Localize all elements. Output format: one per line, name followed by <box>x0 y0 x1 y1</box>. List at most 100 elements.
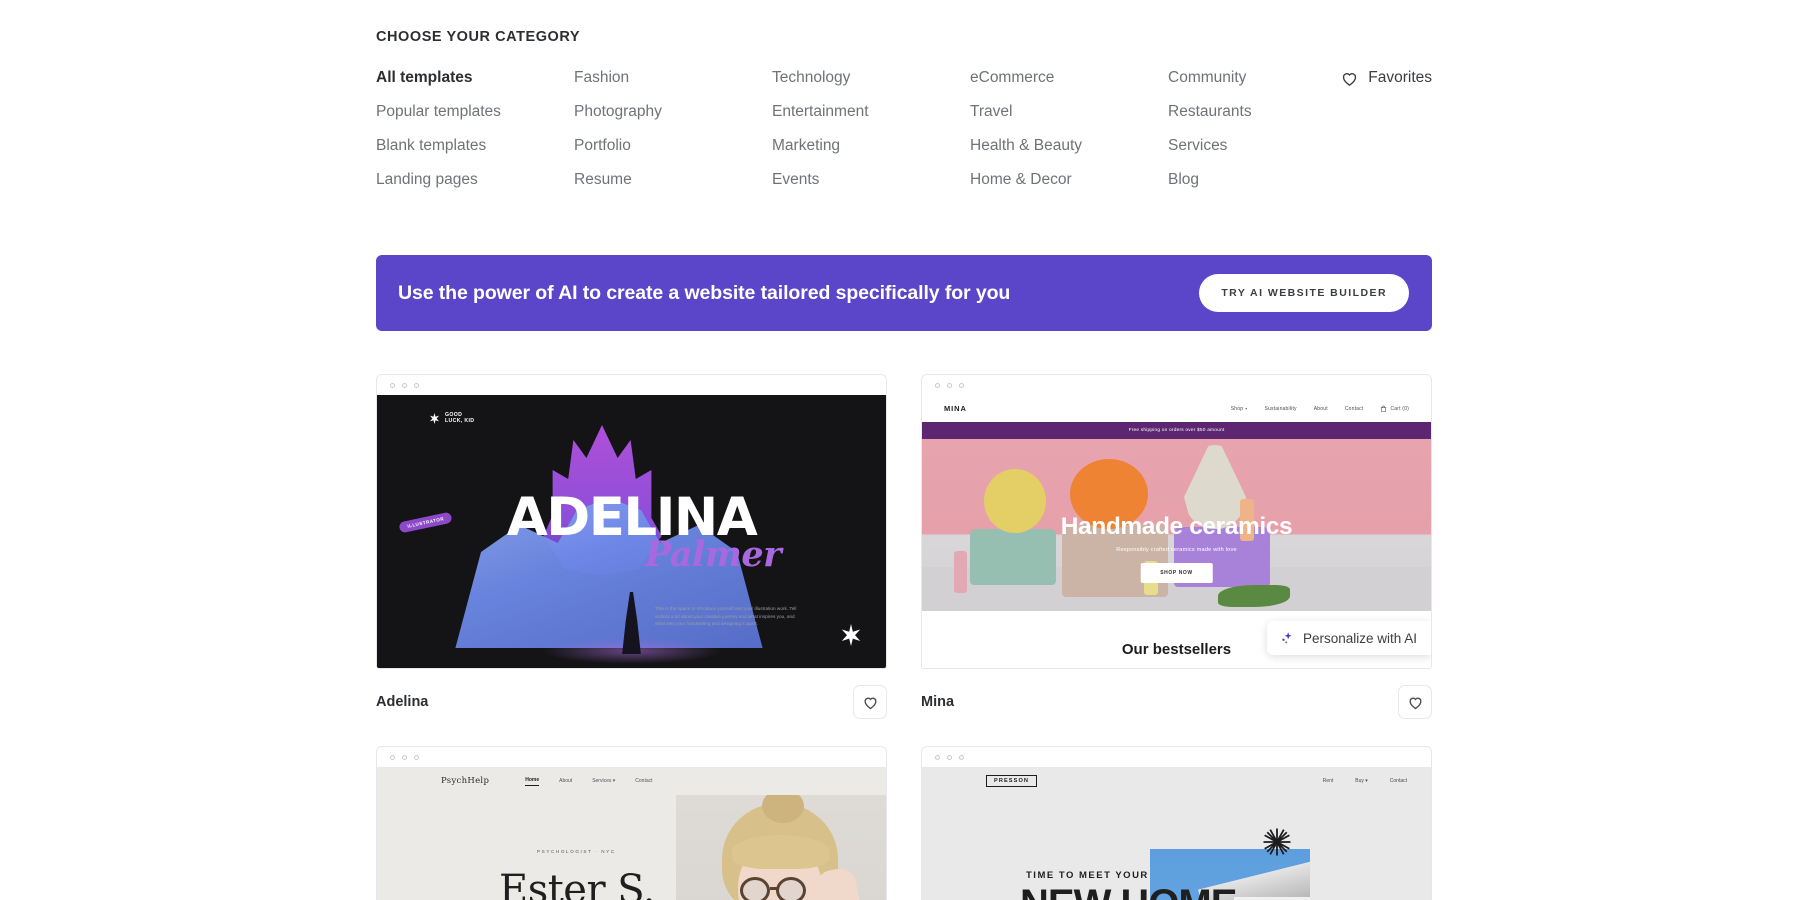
ester-nav-contact: Contact <box>635 778 653 784</box>
mina-announcement-bar: Free shipping on orders over $50 amount <box>922 422 1431 439</box>
adelina-logo: GOOD LUCK, KID <box>429 412 474 425</box>
category-item-portfolio[interactable]: Portfolio <box>574 134 772 158</box>
glasses-icon <box>776 877 806 900</box>
category-item-restaurants[interactable]: Restaurants <box>1168 100 1308 124</box>
browser-dot-icon <box>959 754 964 760</box>
template-preview-viewport: PRESSON Rent Buy ▾ Contact TIME TO MEET … <box>922 767 1431 900</box>
shopping-bag-icon <box>1381 405 1387 412</box>
ester-nav-home: Home <box>525 777 540 786</box>
presson-nav-contact: Contact <box>1389 778 1407 784</box>
templates-page: CHOOSE YOUR CATEGORY All templates Fashi… <box>0 0 1800 900</box>
favorite-button[interactable] <box>853 685 887 719</box>
mina-nav-links: Shop ▾ Sustainability About Contact Cart … <box>1231 405 1409 413</box>
category-item-resume[interactable]: Resume <box>574 168 772 192</box>
category-item-home-decor[interactable]: Home & Decor <box>970 168 1168 192</box>
template-preview-frame[interactable]: MINA Shop▾ Sustainability About Contact <box>921 374 1432 669</box>
ester-nav-about: About <box>559 778 573 784</box>
template-preview-viewport: MINA Shop▾ Sustainability About Contact <box>922 395 1431 668</box>
template-preview-frame[interactable]: PRESSON Rent Buy ▾ Contact TIME TO MEET … <box>921 746 1432 900</box>
category-item-landing-pages[interactable]: Landing pages <box>376 168 574 192</box>
ester-logo: PsychHelp <box>441 776 490 786</box>
template-card-presson[interactable]: PRESSON Rent Buy ▾ Contact TIME TO MEET … <box>921 746 1432 900</box>
cylinder-graphic <box>954 551 967 593</box>
template-name: Adelina <box>376 694 429 710</box>
glasses-bridge <box>770 887 778 890</box>
personalize-with-ai-button[interactable]: Personalize with AI <box>1266 621 1431 655</box>
adelina-subtitle: Palmer <box>645 534 782 575</box>
ai-website-builder-banner: Use the power of AI to create a website … <box>376 255 1432 331</box>
ester-eyebrow: PSYCHOLOGIST · NYC <box>537 849 616 854</box>
presson-eyebrow: TIME TO MEET YOUR <box>1026 870 1149 881</box>
category-item-blog[interactable]: Blog <box>1168 168 1308 192</box>
presson-nav-rent: Rent <box>1322 778 1334 784</box>
browser-chrome-bar <box>922 747 1431 767</box>
chevron-down-icon: ▾ <box>1245 405 1248 411</box>
mina-hero-title: Handmade ceramics <box>1060 513 1293 540</box>
category-item-technology[interactable]: Technology <box>772 66 970 90</box>
ester-nav-links: Home About Services ▾ Contact <box>525 777 653 786</box>
adelina-preview: GOOD LUCK, KID ILLUSTRATOR ADELINA Palme… <box>377 395 886 668</box>
page-title: CHOOSE YOUR CATEGORY <box>376 29 581 45</box>
presson-nav: PRESSON Rent Buy ▾ Contact <box>922 767 1431 795</box>
mina-shop-now-button: SHOP NOW <box>1140 563 1213 583</box>
ester-title: Ester S. <box>499 867 656 900</box>
ester-nav: PsychHelp Home About Services ▾ Contact <box>377 767 886 795</box>
category-item-fashion[interactable]: Fashion <box>574 66 772 90</box>
glasses-icon <box>740 877 770 900</box>
browser-dot-icon <box>390 382 395 388</box>
mina-hero-subtitle: Responsibly crafted ceramics made with l… <box>1116 547 1237 553</box>
category-item-all-templates[interactable]: All templates <box>376 66 574 90</box>
mina-hero: Handmade ceramics Responsibly crafted ce… <box>922 439 1431 611</box>
presson-logo: PRESSON <box>986 775 1038 787</box>
template-card-ester[interactable]: PsychHelp Home About Services ▾ Contact … <box>376 746 887 900</box>
star-icon <box>429 412 440 424</box>
mina-cart: Cart (0) <box>1380 405 1409 413</box>
category-item-services[interactable]: Services <box>1168 134 1308 158</box>
starburst-icon <box>841 624 861 646</box>
category-item-blank-templates[interactable]: Blank templates <box>376 134 574 158</box>
presson-title: NEW HOME <box>1020 884 1237 900</box>
template-preview-frame[interactable]: GOOD LUCK, KID ILLUSTRATOR ADELINA Palme… <box>376 374 887 669</box>
mina-nav-sustainability: Sustainability <box>1264 405 1297 412</box>
favorites-link[interactable]: Favorites <box>1308 66 1432 90</box>
template-card-mina[interactable]: MINA Shop▾ Sustainability About Contact <box>921 374 1432 719</box>
try-ai-website-builder-button[interactable]: TRY AI WEBSITE BUILDER <box>1199 274 1409 312</box>
heart-icon <box>864 697 876 709</box>
ester-nav-services: Services ▾ <box>592 778 616 784</box>
adelina-pill: ILLUSTRATOR <box>398 511 454 534</box>
starburst-icon <box>1263 828 1291 856</box>
template-card-footer: Adelina <box>376 685 887 719</box>
category-item-entertainment[interactable]: Entertainment <box>772 100 970 124</box>
category-item-health-beauty[interactable]: Health & Beauty <box>970 134 1168 158</box>
sparkle-icon <box>1282 632 1292 644</box>
category-item-photography[interactable]: Photography <box>574 100 772 124</box>
browser-dot-icon <box>390 754 395 760</box>
mina-logo: MINA <box>944 404 967 413</box>
browser-dot-icon <box>414 754 419 760</box>
browser-dot-icon <box>402 382 407 388</box>
presson-preview: PRESSON Rent Buy ▾ Contact TIME TO MEET … <box>922 767 1431 900</box>
browser-dot-icon <box>935 754 940 760</box>
favorite-button[interactable] <box>1398 685 1432 719</box>
category-item-community[interactable]: Community <box>1168 66 1308 90</box>
template-name: Mina <box>921 694 955 710</box>
category-item-popular-templates[interactable]: Popular templates <box>376 100 574 124</box>
ester-preview: PsychHelp Home About Services ▾ Contact … <box>377 767 886 900</box>
category-item-travel[interactable]: Travel <box>970 100 1168 124</box>
template-preview-frame[interactable]: PsychHelp Home About Services ▾ Contact … <box>376 746 887 900</box>
browser-dot-icon <box>947 382 952 388</box>
template-preview-viewport: GOOD LUCK, KID ILLUSTRATOR ADELINA Palme… <box>377 395 886 668</box>
adelina-logo-line2: LUCK, KID <box>445 418 475 425</box>
browser-chrome-bar <box>377 375 886 395</box>
category-item-marketing[interactable]: Marketing <box>772 134 970 158</box>
category-item-events[interactable]: Events <box>772 168 970 192</box>
category-item-ecommerce[interactable]: eCommerce <box>970 66 1168 90</box>
template-grid: GOOD LUCK, KID ILLUSTRATOR ADELINA Palme… <box>376 374 1432 900</box>
browser-dot-icon <box>414 382 419 388</box>
template-card-adelina[interactable]: GOOD LUCK, KID ILLUSTRATOR ADELINA Palme… <box>376 374 887 719</box>
adelina-logo-text: GOOD LUCK, KID <box>445 412 474 425</box>
heart-icon <box>1343 72 1357 86</box>
